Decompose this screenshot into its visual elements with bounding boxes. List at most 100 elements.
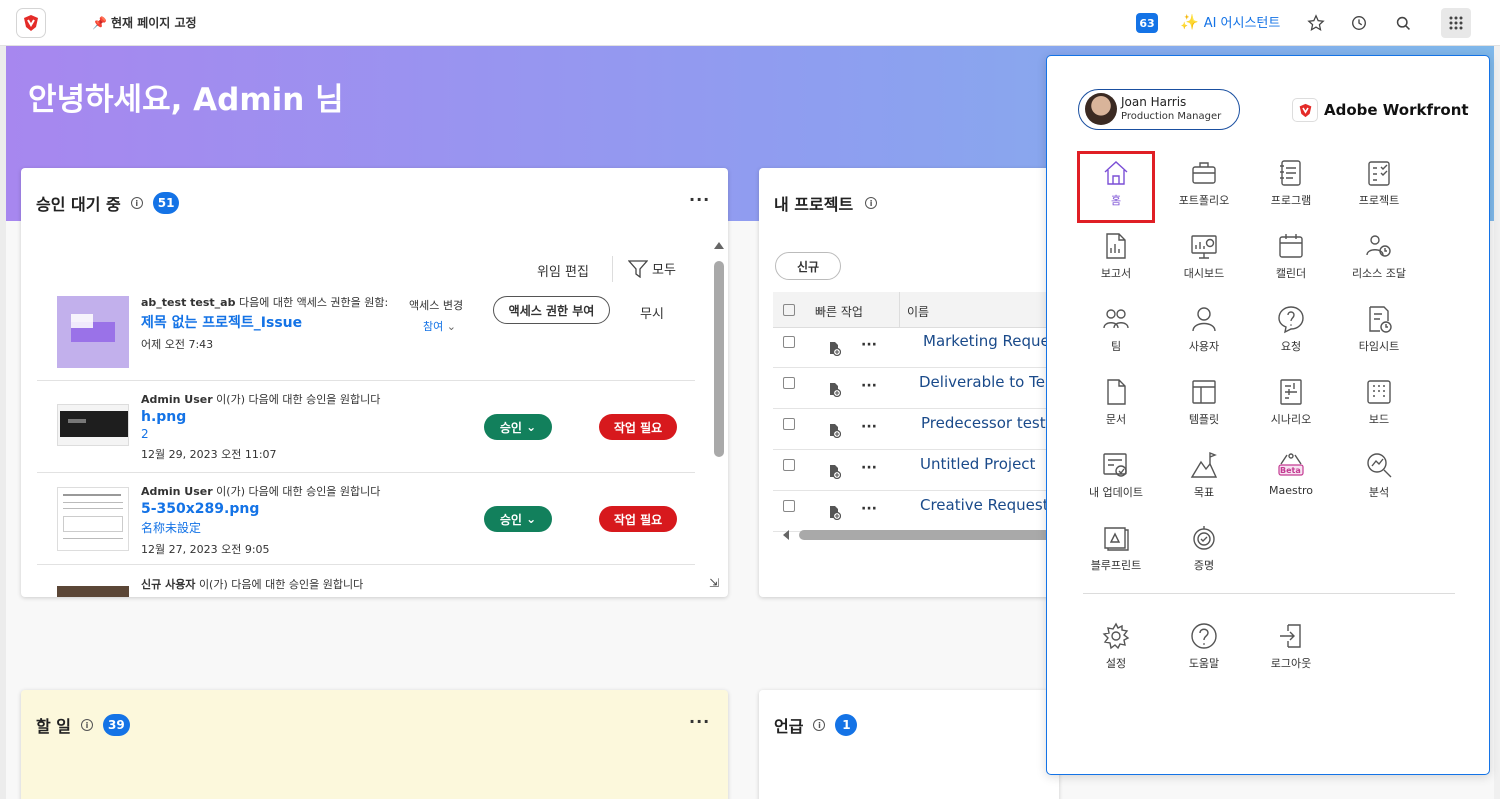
search-icon[interactable] [1393, 13, 1413, 33]
approve-button[interactable]: 승인 ⌄ [484, 506, 552, 532]
project-row[interactable]: ··· Deliverable to Tem [773, 369, 1059, 409]
menu-item-project[interactable]: 프로젝트 [1343, 154, 1415, 220]
project-name-link[interactable]: Untitled Project [920, 455, 1035, 473]
menu-item-board[interactable]: 보드 [1343, 373, 1415, 439]
project-row[interactable]: ··· Marketing Reques [773, 328, 1059, 368]
menu-item-help[interactable]: 도움말 [1168, 617, 1240, 683]
menu-item-goals[interactable]: 목표 [1168, 446, 1240, 512]
project-name-link[interactable]: Marketing Reques [923, 332, 1058, 350]
ai-assistant-button[interactable]: ✨ AI 어시스턴트 [1180, 12, 1280, 32]
todo-more-icon[interactable]: ··· [689, 712, 710, 731]
info-icon[interactable]: i [813, 719, 826, 731]
menu-item-updates[interactable]: 내 업데이트 [1080, 446, 1152, 512]
select-all-checkbox[interactable] [783, 304, 795, 316]
scroll-thumb[interactable] [714, 261, 724, 457]
menu-item-document[interactable]: 문서 [1080, 373, 1152, 439]
menu-item-label: 리소스 조달 [1351, 267, 1407, 280]
access-level-select[interactable]: 참여 ⌄ [423, 318, 456, 334]
menu-item-blueprint[interactable]: 블루프린트 [1080, 519, 1152, 585]
projects-table-header: 빠른 작업 이름 [773, 292, 1059, 328]
access-level-value: 참여 [423, 320, 444, 333]
workfront-logo-button[interactable] [16, 8, 46, 38]
projects-title: 내 프로젝트 [774, 195, 854, 214]
menu-item-template[interactable]: 템플릿 [1168, 373, 1240, 439]
new-project-button[interactable]: 신규 [775, 252, 841, 280]
menu-item-dashboard[interactable]: 대시보드 [1168, 227, 1240, 293]
menu-item-maestro[interactable]: Beta Maestro [1255, 446, 1327, 512]
project-name-link[interactable]: Creative Requests [920, 496, 1056, 514]
row-checkbox[interactable] [783, 459, 795, 471]
approvals-more-icon[interactable]: ··· [689, 190, 710, 209]
menu-item-report[interactable]: 보고서 [1080, 227, 1152, 293]
requested-object-link[interactable]: 제목 없는 프로젝트_Issue [141, 312, 421, 332]
horizontal-scroll-thumb[interactable] [799, 530, 1059, 540]
project-name-link[interactable]: Deliverable to Tem [919, 373, 1059, 391]
pin-page-button[interactable]: 📌 현재 페이지 고정 [92, 14, 197, 31]
menu-item-settings[interactable]: 설정 [1080, 617, 1152, 683]
grant-access-button[interactable]: 액세스 권한 부여 [493, 296, 610, 324]
ignore-button[interactable]: 무시 [640, 303, 664, 322]
menu-item-program[interactable]: 프로그램 [1255, 154, 1327, 220]
menu-item-scenario[interactable]: 시나리오 [1255, 373, 1327, 439]
menu-item-timesheet[interactable]: 타임시트 [1343, 300, 1415, 366]
row-checkbox[interactable] [783, 418, 795, 430]
menu-item-analytics[interactable]: 분석 [1343, 446, 1415, 512]
row-checkbox[interactable] [783, 377, 795, 389]
menu-item-user[interactable]: 사용자 [1168, 300, 1240, 366]
approvals-scrollbar[interactable] [713, 242, 725, 592]
version-link[interactable]: 名称未設定 [141, 519, 441, 536]
row-more-icon[interactable]: ··· [861, 378, 877, 394]
menu-item-resourcing[interactable]: 리소스 조달 [1343, 227, 1415, 293]
delegate-edit-link[interactable]: 위임 편집 [537, 261, 589, 280]
project-name-link[interactable]: Predecessor test p [921, 414, 1059, 432]
approve-label: 승인 [499, 420, 522, 435]
scroll-left-icon[interactable] [783, 530, 789, 540]
greeting-title: 안녕하세요, Admin 님 [28, 82, 344, 118]
row-checkbox[interactable] [783, 336, 795, 348]
star-icon[interactable] [1306, 13, 1326, 33]
row-checkbox[interactable] [783, 500, 795, 512]
mentions-card: 언급 i 1 [759, 690, 1059, 799]
app-switcher-button[interactable] [1441, 8, 1471, 38]
project-quick-action-icon[interactable] [827, 340, 842, 360]
menu-item-team[interactable]: 팀 [1080, 300, 1152, 366]
project-quick-action-icon[interactable] [827, 381, 842, 401]
project-row[interactable]: ··· Creative Requests [773, 492, 1059, 532]
scroll-up-icon[interactable] [714, 242, 724, 249]
project-row[interactable]: ··· Untitled Project [773, 451, 1059, 491]
work-required-button[interactable]: 작업 필요 [599, 414, 677, 440]
work-required-button[interactable]: 작업 필요 [599, 506, 677, 532]
user-profile-button[interactable]: Joan Harris Production Manager [1078, 89, 1240, 130]
info-icon[interactable]: i [865, 197, 878, 209]
requested-object-link[interactable]: h.png [141, 409, 441, 425]
resize-handle-icon[interactable]: ⇲ [709, 576, 719, 590]
request-message: 이(가) 다음에 대한 승인을 원합니다 [216, 485, 381, 498]
notifications-badge[interactable]: 63 [1136, 13, 1158, 33]
menu-item-proof[interactable]: 증명 [1168, 519, 1240, 585]
resourcing-icon [1366, 235, 1391, 257]
menu-item-calendar[interactable]: 캘린더 [1255, 227, 1327, 293]
row-more-icon[interactable]: ··· [861, 419, 877, 435]
info-icon[interactable]: i [81, 719, 94, 731]
filter-button[interactable]: 모두 [628, 259, 676, 278]
requested-object-link[interactable]: 5-350x289.png [141, 501, 441, 517]
version-link[interactable]: 2 [141, 427, 441, 441]
menu-item-home[interactable]: 홈 [1077, 151, 1155, 223]
requester-name: Admin User [141, 485, 213, 498]
history-icon[interactable] [1349, 13, 1369, 33]
row-more-icon[interactable]: ··· [861, 501, 877, 517]
project-row[interactable]: ··· Predecessor test p [773, 410, 1059, 450]
info-icon[interactable]: i [130, 197, 143, 209]
menu-item-request[interactable]: 요청 [1255, 300, 1327, 366]
project-quick-action-icon[interactable] [827, 504, 842, 524]
approve-button[interactable]: 승인 ⌄ [484, 414, 552, 440]
menu-item-logout[interactable]: 로그아웃 [1255, 617, 1327, 683]
user-icon [1192, 307, 1216, 332]
menu-item-label: 시나리오 [1270, 413, 1312, 426]
row-more-icon[interactable]: ··· [861, 460, 877, 476]
row-more-icon[interactable]: ··· [861, 337, 877, 353]
project-quick-action-icon[interactable] [827, 463, 842, 483]
brand-logo: Adobe Workfront [1292, 98, 1469, 122]
project-quick-action-icon[interactable] [827, 422, 842, 442]
menu-item-portfolio[interactable]: 포트폴리오 [1168, 154, 1240, 220]
